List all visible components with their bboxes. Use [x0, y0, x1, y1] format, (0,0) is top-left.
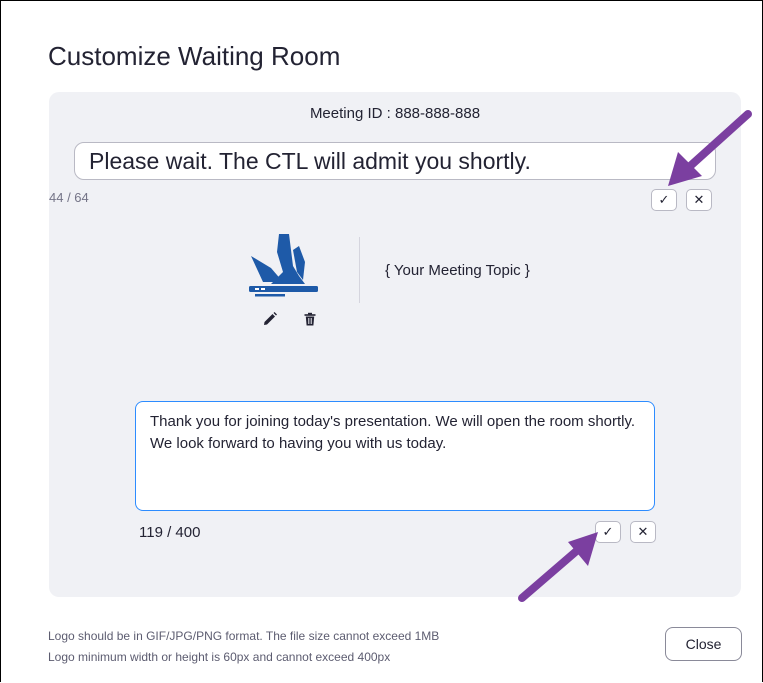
annotation-arrow-bottom — [518, 532, 598, 602]
